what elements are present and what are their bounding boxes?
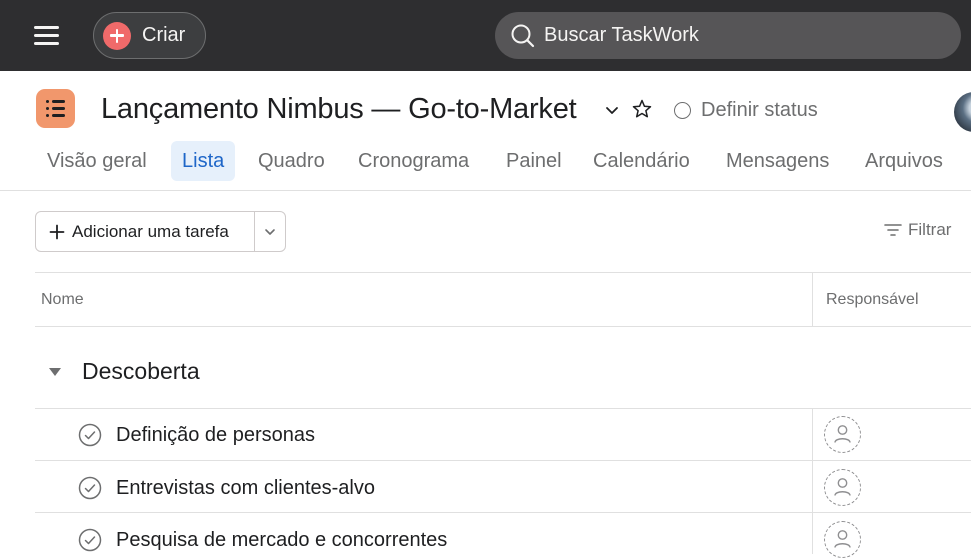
check-circle-icon[interactable] xyxy=(78,476,102,500)
header-bottom-border xyxy=(35,326,971,327)
tab-board[interactable]: Quadro xyxy=(258,141,325,181)
tab-calendar[interactable]: Calendário xyxy=(593,141,690,181)
column-header-name[interactable]: Nome xyxy=(41,291,84,309)
add-task-dropdown-button[interactable] xyxy=(255,212,285,251)
star-icon[interactable] xyxy=(631,98,653,120)
table-top-border xyxy=(35,272,971,273)
row-border xyxy=(35,408,971,409)
column-divider xyxy=(812,272,813,327)
filter-icon xyxy=(884,224,902,236)
chevron-down-icon xyxy=(265,228,275,235)
plus-icon xyxy=(103,21,131,50)
plus-icon xyxy=(49,224,65,239)
section-collapse-icon[interactable] xyxy=(47,365,63,377)
search-icon xyxy=(511,24,535,47)
set-status-label: Definir status xyxy=(701,98,818,121)
check-circle-icon[interactable] xyxy=(78,528,102,552)
tab-messages[interactable]: Mensagens xyxy=(726,141,829,181)
person-icon xyxy=(834,425,851,443)
person-icon xyxy=(834,478,851,496)
column-header-assignee[interactable]: Responsável xyxy=(826,291,919,309)
search-placeholder: Buscar TaskWork xyxy=(544,24,699,46)
search-input[interactable]: Buscar TaskWork xyxy=(495,12,961,59)
avatar[interactable] xyxy=(954,92,971,132)
chevron-down-icon[interactable] xyxy=(602,100,622,120)
tab-list[interactable]: Lista xyxy=(171,141,236,181)
project-list-icon[interactable] xyxy=(36,89,75,128)
add-task-label: Adicionar uma tarefa xyxy=(72,221,229,241)
assignee-placeholder[interactable] xyxy=(824,469,861,506)
top-bar: Criar Buscar TaskWork xyxy=(0,0,971,71)
tab-overview[interactable]: Visão geral xyxy=(47,141,147,181)
set-status-button[interactable]: Definir status xyxy=(674,97,818,123)
task-name[interactable]: Definição de personas xyxy=(116,424,315,447)
project-title: Lançamento Nimbus — Go-to-Market xyxy=(101,93,577,125)
tab-files[interactable]: Arquivos xyxy=(865,141,943,181)
row-border xyxy=(35,512,971,513)
section-title[interactable]: Descoberta xyxy=(82,358,200,385)
assignee-placeholder[interactable] xyxy=(824,521,861,558)
task-name[interactable]: Pesquisa de mercado e concorrentes xyxy=(116,529,447,552)
assignee-placeholder[interactable] xyxy=(824,416,861,453)
tabs-divider xyxy=(0,190,971,191)
person-icon xyxy=(834,530,851,548)
task-name[interactable]: Entrevistas com clientes-alvo xyxy=(116,477,375,500)
create-button-label: Criar xyxy=(142,24,186,46)
check-circle-icon[interactable] xyxy=(78,423,102,447)
create-button[interactable]: Criar xyxy=(93,12,206,59)
filter-label: Filtrar xyxy=(908,220,952,239)
tab-timeline[interactable]: Cronograma xyxy=(358,141,469,181)
add-task-button[interactable]: Adicionar uma tarefa xyxy=(36,212,255,251)
tab-dashboard[interactable]: Painel xyxy=(506,141,562,181)
status-circle-icon xyxy=(674,101,691,119)
add-task-button-group: Adicionar uma tarefa xyxy=(35,211,286,252)
row-border xyxy=(35,460,971,461)
menu-icon[interactable] xyxy=(34,24,60,46)
column-divider xyxy=(812,408,813,554)
filter-button[interactable]: Filtrar xyxy=(884,220,951,240)
